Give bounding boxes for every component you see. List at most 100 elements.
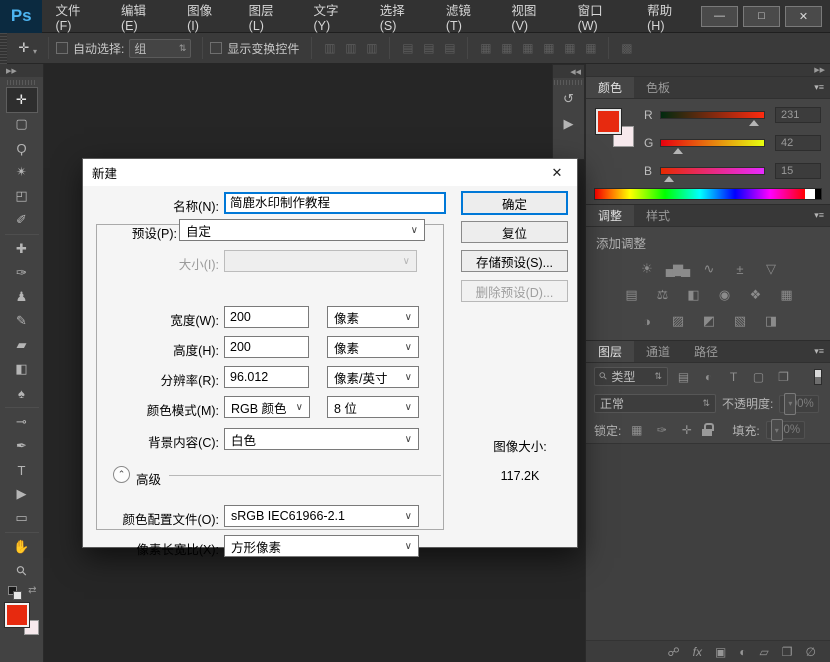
- green-slider[interactable]: [660, 139, 765, 147]
- brightness-contrast-icon[interactable]: ☀: [635, 260, 657, 278]
- auto-select-checkbox[interactable]: [56, 42, 68, 54]
- resolution-input[interactable]: 96.012: [224, 366, 309, 388]
- foreground-color-swatch[interactable]: [596, 109, 621, 134]
- red-value[interactable]: 231: [775, 107, 821, 123]
- tab-layers[interactable]: 图层: [586, 341, 634, 362]
- black-white-icon[interactable]: ◧: [682, 286, 704, 304]
- blue-slider[interactable]: [660, 167, 765, 175]
- green-slider-thumb[interactable]: [673, 148, 683, 154]
- background-contents-dropdown[interactable]: 白色 ∨: [224, 428, 419, 450]
- foreground-color-swatch[interactable]: [5, 603, 29, 627]
- menu-edit[interactable]: 编辑(E): [108, 0, 174, 33]
- width-input[interactable]: 200: [224, 306, 309, 328]
- crop-tool[interactable]: ◰: [7, 184, 37, 208]
- filter-type-dropdown[interactable]: ⚲ 类型 ⇅: [594, 367, 668, 386]
- new-group-icon[interactable]: ▱: [760, 645, 769, 659]
- lock-transparent-pixels-icon[interactable]: ▦: [627, 422, 646, 439]
- marquee-tool[interactable]: ▢: [7, 112, 37, 136]
- width-unit-dropdown[interactable]: 像素 ∨: [327, 306, 419, 328]
- bit-depth-dropdown[interactable]: 8 位 ∨: [327, 396, 419, 418]
- red-slider[interactable]: [660, 111, 765, 119]
- lock-image-pixels-icon[interactable]: ✑: [652, 422, 671, 439]
- advanced-toggle-button[interactable]: ⌃: [113, 466, 130, 483]
- filter-toggle-switch[interactable]: [814, 369, 822, 385]
- ok-button[interactable]: 确定: [461, 191, 568, 215]
- pixel-aspect-dropdown[interactable]: 方形像素 ∨: [224, 535, 419, 557]
- height-input[interactable]: 200: [224, 336, 309, 358]
- fill-dropdown[interactable]: 100% ▾: [766, 421, 805, 439]
- preset-dropdown[interactable]: 自定 ∨: [179, 219, 425, 241]
- panel-menu-icon[interactable]: ▾≡: [808, 341, 830, 362]
- menu-window[interactable]: 窗口(W): [565, 0, 635, 33]
- menu-select[interactable]: 选择(S): [367, 0, 433, 33]
- tab-color[interactable]: 颜色: [586, 77, 634, 98]
- layer-style-icon[interactable]: fx: [693, 645, 702, 659]
- zoom-tool[interactable]: ⚲: [7, 559, 37, 583]
- lock-all-icon[interactable]: [702, 423, 714, 437]
- filter-shape-layers-icon[interactable]: ▢: [749, 368, 768, 385]
- menu-image[interactable]: 图像(I): [174, 0, 236, 33]
- menu-layer[interactable]: 图层(L): [236, 0, 301, 33]
- height-unit-dropdown[interactable]: 像素 ∨: [327, 336, 419, 358]
- resolution-unit-dropdown[interactable]: 像素/英寸 ∨: [327, 366, 419, 388]
- magic-wand-tool[interactable]: ✴: [7, 160, 37, 184]
- collapse-panels-icon[interactable]: ▶▶: [586, 64, 830, 77]
- threshold-icon[interactable]: ◩: [697, 312, 719, 330]
- green-value[interactable]: 42: [775, 135, 821, 151]
- pen-tool[interactable]: ✒: [7, 434, 37, 458]
- tool-dock-expand-icon[interactable]: ▶▶: [0, 64, 43, 77]
- color-balance-icon[interactable]: ⚖: [651, 286, 673, 304]
- expand-panels-icon[interactable]: ◀◀: [553, 65, 584, 78]
- exposure-icon[interactable]: ±: [728, 260, 750, 278]
- brush-tool[interactable]: ✑: [7, 261, 37, 285]
- auto-select-dropdown[interactable]: 组 ⇅: [129, 39, 191, 58]
- eyedropper-tool[interactable]: ✐: [7, 208, 37, 232]
- curves-icon[interactable]: ∿: [697, 260, 719, 278]
- name-input[interactable]: 简鹿水印制作教程: [224, 192, 446, 214]
- layer-mask-icon[interactable]: ▣: [715, 645, 726, 659]
- hand-tool[interactable]: ✋: [7, 535, 37, 559]
- opacity-dropdown[interactable]: 100% ▾: [779, 395, 818, 413]
- blur-tool[interactable]: ♠: [7, 381, 37, 405]
- save-preset-button[interactable]: 存储预设(S)...: [461, 250, 568, 272]
- panel-menu-icon[interactable]: ▾≡: [808, 205, 830, 226]
- dodge-tool[interactable]: ⊸: [7, 410, 37, 434]
- type-tool[interactable]: T: [7, 458, 37, 482]
- tool-preset-dropdown-icon[interactable]: ▾: [33, 47, 37, 56]
- channel-mixer-icon[interactable]: ❖: [744, 286, 766, 304]
- panel-menu-icon[interactable]: ▾≡: [808, 77, 830, 98]
- swap-colors-icon[interactable]: ⇄: [28, 585, 36, 596]
- levels-icon[interactable]: ▄▆▄: [666, 260, 688, 278]
- delete-layer-icon[interactable]: ∅: [806, 645, 816, 659]
- menu-filter[interactable]: 滤镜(T): [433, 0, 499, 33]
- reset-button[interactable]: 复位: [461, 221, 568, 243]
- tab-channels[interactable]: 通道: [634, 341, 682, 362]
- tab-paths[interactable]: 路径: [682, 341, 730, 362]
- shape-tool[interactable]: ▭: [7, 506, 37, 530]
- actions-panel-icon[interactable]: ▶: [557, 113, 581, 135]
- lock-position-icon[interactable]: ✛: [677, 422, 696, 439]
- vibrance-icon[interactable]: ▽: [759, 260, 781, 278]
- color-lookup-icon[interactable]: ▦: [775, 286, 797, 304]
- menu-type[interactable]: 文字(Y): [301, 0, 367, 33]
- new-layer-icon[interactable]: ❐: [782, 645, 793, 659]
- color-spectrum-ramp[interactable]: [594, 188, 822, 200]
- red-slider-thumb[interactable]: [749, 120, 759, 126]
- blue-value[interactable]: 15: [775, 163, 821, 179]
- minimize-button[interactable]: —: [701, 6, 738, 27]
- history-brush-tool[interactable]: ✎: [7, 309, 37, 333]
- link-layers-icon[interactable]: ☍: [667, 645, 679, 659]
- gradient-tool[interactable]: ◧: [7, 357, 37, 381]
- healing-brush-tool[interactable]: ✚: [7, 237, 37, 261]
- dialog-close-button[interactable]: ✕: [537, 159, 577, 186]
- adjustment-layer-icon[interactable]: ◐: [739, 645, 746, 659]
- tab-styles[interactable]: 样式: [634, 205, 682, 226]
- color-mode-dropdown[interactable]: RGB 颜色 ∨: [224, 396, 310, 418]
- blend-mode-dropdown[interactable]: 正常 ⇅: [594, 394, 716, 413]
- blue-slider-thumb[interactable]: [664, 176, 674, 182]
- layers-list[interactable]: [586, 443, 830, 640]
- invert-icon[interactable]: ◑: [635, 312, 657, 330]
- close-button[interactable]: ✕: [785, 6, 822, 27]
- dialog-title-bar[interactable]: 新建 ✕: [83, 159, 577, 186]
- eraser-tool[interactable]: ▰: [7, 333, 37, 357]
